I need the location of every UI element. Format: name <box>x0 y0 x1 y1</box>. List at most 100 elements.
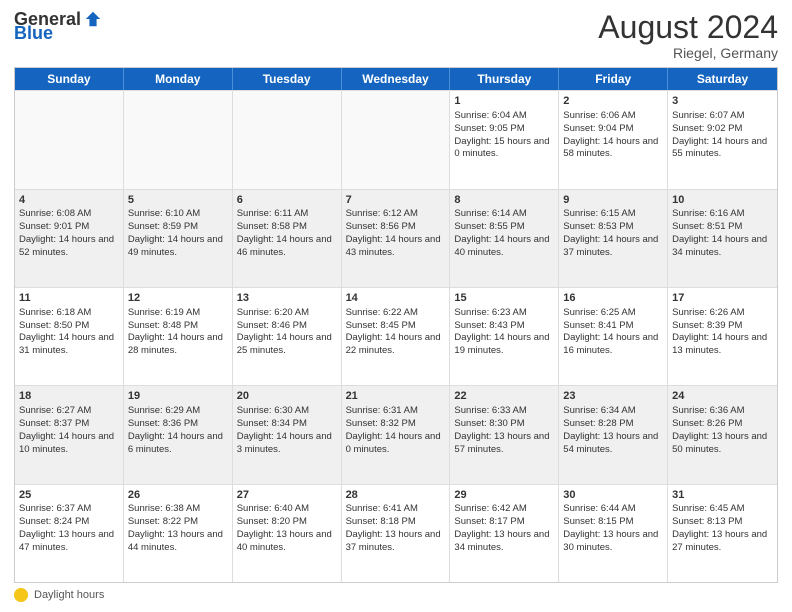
sunset-text: Sunset: 8:24 PM <box>19 516 89 527</box>
daylight-text: Daylight: 14 hours and 19 minutes. <box>454 332 549 356</box>
cal-cell: 30Sunrise: 6:44 AMSunset: 8:15 PMDayligh… <box>559 485 668 582</box>
sunrise-text: Sunrise: 6:34 AM <box>563 405 635 416</box>
day-number: 26 <box>128 488 228 503</box>
cal-cell: 17Sunrise: 6:26 AMSunset: 8:39 PMDayligh… <box>668 288 777 385</box>
sunrise-text: Sunrise: 6:42 AM <box>454 503 526 514</box>
daylight-text: Daylight: 15 hours and 0 minutes. <box>454 136 549 160</box>
day-number: 13 <box>237 291 337 306</box>
cal-cell: 21Sunrise: 6:31 AMSunset: 8:32 PMDayligh… <box>342 386 451 483</box>
sunrise-text: Sunrise: 6:20 AM <box>237 307 309 318</box>
cal-cell: 29Sunrise: 6:42 AMSunset: 8:17 PMDayligh… <box>450 485 559 582</box>
cal-cell: 22Sunrise: 6:33 AMSunset: 8:30 PMDayligh… <box>450 386 559 483</box>
day-number: 15 <box>454 291 554 306</box>
day-number: 6 <box>237 193 337 208</box>
day-number: 2 <box>563 94 663 109</box>
cal-cell: 9Sunrise: 6:15 AMSunset: 8:53 PMDaylight… <box>559 190 668 287</box>
sunset-text: Sunset: 8:37 PM <box>19 418 89 429</box>
day-number: 29 <box>454 488 554 503</box>
sunset-text: Sunset: 8:15 PM <box>563 516 633 527</box>
logo-blue-text: Blue <box>14 24 53 42</box>
daylight-text: Daylight: 14 hours and 37 minutes. <box>563 234 658 258</box>
day-number: 3 <box>672 94 773 109</box>
sunset-text: Sunset: 9:01 PM <box>19 221 89 232</box>
sunset-text: Sunset: 8:58 PM <box>237 221 307 232</box>
sunrise-text: Sunrise: 6:12 AM <box>346 208 418 219</box>
sunrise-text: Sunrise: 6:25 AM <box>563 307 635 318</box>
sunset-text: Sunset: 9:05 PM <box>454 123 524 134</box>
day-number: 11 <box>19 291 119 306</box>
daylight-text: Daylight: 13 hours and 40 minutes. <box>237 529 332 553</box>
cal-cell: 2Sunrise: 6:06 AMSunset: 9:04 PMDaylight… <box>559 91 668 188</box>
calendar-body: 1Sunrise: 6:04 AMSunset: 9:05 PMDaylight… <box>15 90 777 582</box>
cal-row-1: 4Sunrise: 6:08 AMSunset: 9:01 PMDaylight… <box>15 189 777 287</box>
sunset-text: Sunset: 8:13 PM <box>672 516 742 527</box>
sunset-text: Sunset: 8:59 PM <box>128 221 198 232</box>
sunset-text: Sunset: 8:32 PM <box>346 418 416 429</box>
day-number: 30 <box>563 488 663 503</box>
cal-cell <box>124 91 233 188</box>
cal-cell: 26Sunrise: 6:38 AMSunset: 8:22 PMDayligh… <box>124 485 233 582</box>
daylight-text: Daylight: 14 hours and 58 minutes. <box>563 136 658 160</box>
cal-cell: 15Sunrise: 6:23 AMSunset: 8:43 PMDayligh… <box>450 288 559 385</box>
footer-legend: Daylight hours <box>14 588 778 602</box>
sunset-text: Sunset: 8:50 PM <box>19 320 89 331</box>
calendar: SundayMondayTuesdayWednesdayThursdayFrid… <box>14 67 778 583</box>
daylight-text: Daylight: 14 hours and 22 minutes. <box>346 332 441 356</box>
daylight-text: Daylight: 14 hours and 52 minutes. <box>19 234 114 258</box>
cal-row-4: 25Sunrise: 6:37 AMSunset: 8:24 PMDayligh… <box>15 484 777 582</box>
sunrise-text: Sunrise: 6:11 AM <box>237 208 309 219</box>
sunset-text: Sunset: 8:45 PM <box>346 320 416 331</box>
sunrise-text: Sunrise: 6:15 AM <box>563 208 635 219</box>
sunset-text: Sunset: 8:56 PM <box>346 221 416 232</box>
sunrise-text: Sunrise: 6:31 AM <box>346 405 418 416</box>
sunrise-text: Sunrise: 6:14 AM <box>454 208 526 219</box>
legend-sun-icon <box>14 588 28 602</box>
daylight-text: Daylight: 14 hours and 28 minutes. <box>128 332 223 356</box>
daylight-text: Daylight: 14 hours and 55 minutes. <box>672 136 767 160</box>
cal-cell: 31Sunrise: 6:45 AMSunset: 8:13 PMDayligh… <box>668 485 777 582</box>
sunset-text: Sunset: 8:18 PM <box>346 516 416 527</box>
daylight-text: Daylight: 14 hours and 34 minutes. <box>672 234 767 258</box>
cal-cell: 8Sunrise: 6:14 AMSunset: 8:55 PMDaylight… <box>450 190 559 287</box>
header: General Blue August 2024 Riegel, Germany <box>14 10 778 61</box>
sunrise-text: Sunrise: 6:41 AM <box>346 503 418 514</box>
cal-cell <box>233 91 342 188</box>
daylight-text: Daylight: 13 hours and 54 minutes. <box>563 431 658 455</box>
cal-cell: 12Sunrise: 6:19 AMSunset: 8:48 PMDayligh… <box>124 288 233 385</box>
daylight-text: Daylight: 13 hours and 57 minutes. <box>454 431 549 455</box>
month-year: August 2024 <box>598 10 778 45</box>
daylight-text: Daylight: 14 hours and 13 minutes. <box>672 332 767 356</box>
cal-cell: 23Sunrise: 6:34 AMSunset: 8:28 PMDayligh… <box>559 386 668 483</box>
title-block: August 2024 Riegel, Germany <box>598 10 778 61</box>
cal-row-3: 18Sunrise: 6:27 AMSunset: 8:37 PMDayligh… <box>15 385 777 483</box>
sunrise-text: Sunrise: 6:37 AM <box>19 503 91 514</box>
sunset-text: Sunset: 8:20 PM <box>237 516 307 527</box>
daylight-text: Daylight: 14 hours and 49 minutes. <box>128 234 223 258</box>
cal-row-0: 1Sunrise: 6:04 AMSunset: 9:05 PMDaylight… <box>15 90 777 188</box>
day-number: 16 <box>563 291 663 306</box>
sunrise-text: Sunrise: 6:30 AM <box>237 405 309 416</box>
sunset-text: Sunset: 8:43 PM <box>454 320 524 331</box>
logo: General Blue <box>14 10 102 42</box>
day-number: 5 <box>128 193 228 208</box>
sunrise-text: Sunrise: 6:40 AM <box>237 503 309 514</box>
day-number: 20 <box>237 389 337 404</box>
cal-cell: 4Sunrise: 6:08 AMSunset: 9:01 PMDaylight… <box>15 190 124 287</box>
cal-cell <box>15 91 124 188</box>
page: General Blue August 2024 Riegel, Germany… <box>0 0 792 612</box>
cal-cell: 25Sunrise: 6:37 AMSunset: 8:24 PMDayligh… <box>15 485 124 582</box>
sunset-text: Sunset: 8:26 PM <box>672 418 742 429</box>
day-number: 31 <box>672 488 773 503</box>
daylight-text: Daylight: 14 hours and 6 minutes. <box>128 431 223 455</box>
sunset-text: Sunset: 8:17 PM <box>454 516 524 527</box>
day-number: 1 <box>454 94 554 109</box>
day-number: 21 <box>346 389 446 404</box>
sunset-text: Sunset: 8:30 PM <box>454 418 524 429</box>
cal-cell: 7Sunrise: 6:12 AMSunset: 8:56 PMDaylight… <box>342 190 451 287</box>
cal-cell <box>342 91 451 188</box>
cal-cell: 1Sunrise: 6:04 AMSunset: 9:05 PMDaylight… <box>450 91 559 188</box>
sunrise-text: Sunrise: 6:26 AM <box>672 307 744 318</box>
cal-cell: 5Sunrise: 6:10 AMSunset: 8:59 PMDaylight… <box>124 190 233 287</box>
daylight-text: Daylight: 14 hours and 16 minutes. <box>563 332 658 356</box>
cal-cell: 20Sunrise: 6:30 AMSunset: 8:34 PMDayligh… <box>233 386 342 483</box>
